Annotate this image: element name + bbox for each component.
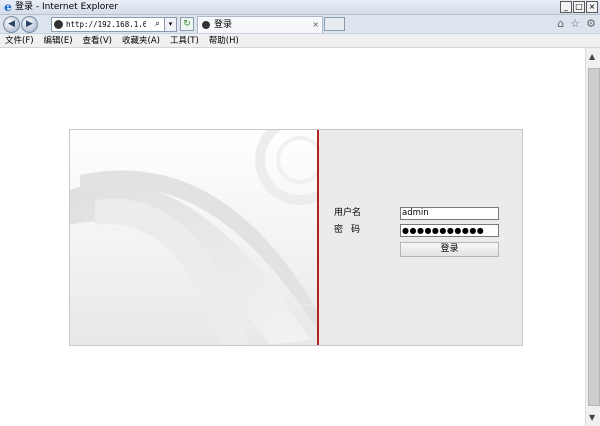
- arc-graphic-icon: [70, 130, 317, 345]
- password-label: 密码: [334, 225, 369, 235]
- tab-login[interactable]: 登录 ×: [197, 16, 323, 33]
- minimize-button[interactable]: _: [560, 1, 572, 13]
- navigation-bar: ◀ ▶ http://192.168.1.64/doc ⌕ ▾ ↻ 登录 × ⌂…: [0, 15, 600, 34]
- home-icon[interactable]: ⌂: [557, 17, 564, 30]
- username-label: 用户名: [334, 208, 362, 218]
- login-panel: 用户名 密码 admin ●●●●●●●●●●● 登录: [69, 129, 523, 346]
- menu-bar: 文件(F) 编辑(E) 查看(V) 收藏夹(A) 工具(T) 帮助(H): [0, 34, 600, 48]
- address-url[interactable]: http://192.168.1.64/doc: [66, 19, 146, 30]
- menu-file[interactable]: 文件(F): [0, 35, 39, 47]
- forward-button[interactable]: ▶: [21, 16, 38, 33]
- toolbar-icons: ⌂ ☆ ⚙: [557, 17, 596, 30]
- gear-icon[interactable]: ⚙: [586, 17, 596, 30]
- menu-edit[interactable]: 编辑(E): [39, 35, 78, 47]
- vertical-scrollbar[interactable]: ▲ ▼: [585, 48, 600, 426]
- menu-tools[interactable]: 工具(T): [165, 35, 204, 47]
- scroll-up-icon[interactable]: ▲: [589, 52, 595, 61]
- close-button[interactable]: ×: [586, 1, 598, 13]
- address-bar[interactable]: http://192.168.1.64/doc ⌕ ▾: [51, 17, 177, 32]
- tab-title: 登录: [214, 20, 233, 30]
- page-icon: [54, 20, 63, 29]
- menu-favorites[interactable]: 收藏夹(A): [117, 35, 165, 47]
- ie-logo-icon: e: [4, 0, 12, 14]
- title-bar: e 登录 - Internet Explorer _ □ ×: [0, 0, 600, 15]
- decorative-artwork: [70, 130, 317, 345]
- refresh-button[interactable]: ↻: [180, 17, 194, 31]
- back-button[interactable]: ◀: [3, 16, 20, 33]
- search-icon[interactable]: ⌕: [155, 19, 160, 30]
- password-field[interactable]: ●●●●●●●●●●●: [400, 224, 499, 237]
- menu-help[interactable]: 帮助(H): [204, 35, 244, 47]
- window-title: 登录 - Internet Explorer: [15, 2, 119, 12]
- username-field[interactable]: admin: [400, 207, 499, 220]
- new-tab-button[interactable]: [324, 17, 345, 31]
- maximize-button[interactable]: □: [573, 1, 585, 13]
- login-button[interactable]: 登录: [400, 242, 499, 257]
- scrollbar-thumb[interactable]: [588, 68, 600, 406]
- tab-favicon-icon: [202, 21, 210, 29]
- window-controls: _ □ ×: [560, 1, 598, 13]
- tab-close-button[interactable]: ×: [312, 19, 319, 31]
- favorites-icon[interactable]: ☆: [570, 17, 580, 30]
- address-dropdown-button[interactable]: ▾: [164, 18, 176, 31]
- scroll-down-icon[interactable]: ▼: [589, 413, 595, 422]
- menu-view[interactable]: 查看(V): [78, 35, 117, 47]
- login-form: 用户名 密码 admin ●●●●●●●●●●● 登录: [319, 130, 522, 345]
